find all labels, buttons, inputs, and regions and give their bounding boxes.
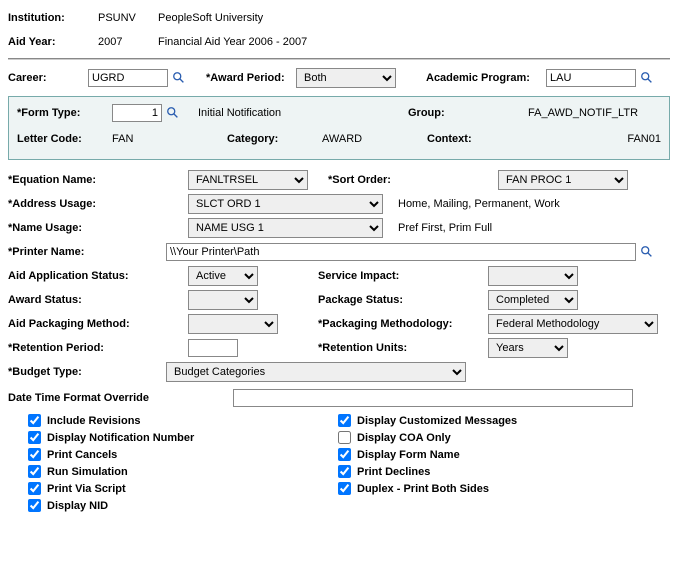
aid-app-status-label: Aid Application Status: bbox=[8, 270, 188, 282]
display-custom-msgs-label: Display Customized Messages bbox=[357, 415, 517, 427]
award-period-select[interactable]: Both bbox=[296, 68, 396, 88]
display-notif-number-checkbox[interactable] bbox=[28, 431, 41, 444]
divider bbox=[8, 58, 670, 60]
aid-year-name: Financial Aid Year 2006 - 2007 bbox=[158, 36, 307, 48]
include-revisions-checkbox[interactable] bbox=[28, 414, 41, 427]
search-icon[interactable] bbox=[172, 71, 186, 85]
print-cancels-label: Print Cancels bbox=[47, 449, 117, 461]
aid-pkg-method-label: Aid Packaging Method: bbox=[8, 318, 188, 330]
budget-type-select[interactable]: Budget Categories bbox=[166, 362, 466, 382]
equation-select[interactable]: FANLTRSEL bbox=[188, 170, 308, 190]
form-type-input[interactable] bbox=[112, 104, 162, 122]
display-form-name-checkbox[interactable] bbox=[338, 448, 351, 461]
address-usage-label: *Address Usage: bbox=[8, 198, 188, 210]
letter-code-value: FAN bbox=[112, 133, 227, 145]
institution-code: PSUNV bbox=[98, 12, 158, 24]
group-label: Group: bbox=[408, 107, 528, 119]
academic-program-input[interactable] bbox=[546, 69, 636, 87]
context-label: Context: bbox=[427, 133, 547, 145]
category-label: Category: bbox=[227, 133, 322, 145]
pkg-methodology-select[interactable]: Federal Methodology bbox=[488, 314, 658, 334]
award-status-select[interactable] bbox=[188, 290, 258, 310]
aid-app-status-select[interactable]: Active bbox=[188, 266, 258, 286]
duplex-label: Duplex - Print Both Sides bbox=[357, 483, 489, 495]
letter-code-label: Letter Code: bbox=[17, 133, 112, 145]
equation-label: *Equation Name: bbox=[8, 174, 188, 186]
display-form-name-label: Display Form Name bbox=[357, 449, 460, 461]
run-simulation-label: Run Simulation bbox=[47, 466, 128, 478]
display-coa-only-checkbox[interactable] bbox=[338, 431, 351, 444]
print-declines-checkbox[interactable] bbox=[338, 465, 351, 478]
retention-units-label: *Retention Units: bbox=[318, 342, 488, 354]
include-revisions-label: Include Revisions bbox=[47, 415, 141, 427]
name-usage-desc: Pref First, Prim Full bbox=[398, 222, 492, 234]
display-notif-number-label: Display Notification Number bbox=[47, 432, 194, 444]
display-nid-checkbox[interactable] bbox=[28, 499, 41, 512]
aid-year-label: Aid Year: bbox=[8, 36, 98, 48]
display-coa-only-label: Display COA Only bbox=[357, 432, 451, 444]
group-value: FA_AWD_NOTIF_LTR bbox=[528, 107, 638, 119]
print-via-script-label: Print Via Script bbox=[47, 483, 126, 495]
institution-label: Institution: bbox=[8, 12, 98, 24]
retention-period-input[interactable] bbox=[188, 339, 238, 357]
form-type-label: *Form Type: bbox=[17, 107, 112, 119]
package-status-select[interactable]: Completed bbox=[488, 290, 578, 310]
award-status-label: Award Status: bbox=[8, 294, 188, 306]
address-usage-select[interactable]: SLCT ORD 1 bbox=[188, 194, 383, 214]
sort-order-select[interactable]: FAN PROC 1 bbox=[498, 170, 628, 190]
run-simulation-checkbox[interactable] bbox=[28, 465, 41, 478]
name-usage-select[interactable]: NAME USG 1 bbox=[188, 218, 383, 238]
category-value: AWARD bbox=[322, 133, 427, 145]
print-declines-label: Print Declines bbox=[357, 466, 430, 478]
search-icon[interactable] bbox=[640, 71, 654, 85]
form-type-box: *Form Type: Initial Notification Group: … bbox=[8, 96, 670, 160]
aid-year-code: 2007 bbox=[98, 36, 158, 48]
sort-order-label: *Sort Order: bbox=[328, 174, 498, 186]
institution-name: PeopleSoft University bbox=[158, 12, 263, 24]
service-impact-select[interactable] bbox=[488, 266, 578, 286]
context-value: FAN01 bbox=[547, 133, 661, 145]
display-nid-label: Display NID bbox=[47, 500, 108, 512]
name-usage-label: *Name Usage: bbox=[8, 222, 188, 234]
retention-period-label: *Retention Period: bbox=[8, 342, 188, 354]
search-icon[interactable] bbox=[640, 245, 654, 259]
form-type-desc: Initial Notification bbox=[198, 107, 408, 119]
printer-input[interactable] bbox=[166, 243, 636, 261]
print-via-script-checkbox[interactable] bbox=[28, 482, 41, 495]
service-impact-label: Service Impact: bbox=[318, 270, 488, 282]
career-label: Career: bbox=[8, 72, 88, 84]
print-cancels-checkbox[interactable] bbox=[28, 448, 41, 461]
package-status-label: Package Status: bbox=[318, 294, 488, 306]
duplex-checkbox[interactable] bbox=[338, 482, 351, 495]
budget-type-label: *Budget Type: bbox=[8, 366, 166, 378]
search-icon[interactable] bbox=[166, 106, 180, 120]
dt-override-input[interactable] bbox=[233, 389, 633, 407]
career-input[interactable] bbox=[88, 69, 168, 87]
academic-program-label: Academic Program: bbox=[426, 72, 546, 84]
display-custom-msgs-checkbox[interactable] bbox=[338, 414, 351, 427]
aid-pkg-method-select[interactable] bbox=[188, 314, 278, 334]
address-usage-desc: Home, Mailing, Permanent, Work bbox=[398, 198, 560, 210]
retention-units-select[interactable]: Years bbox=[488, 338, 568, 358]
award-period-label: *Award Period: bbox=[206, 72, 296, 84]
printer-label: *Printer Name: bbox=[8, 246, 166, 258]
dt-override-label: Date Time Format Override bbox=[8, 392, 233, 404]
pkg-methodology-label: *Packaging Methodology: bbox=[318, 318, 488, 330]
